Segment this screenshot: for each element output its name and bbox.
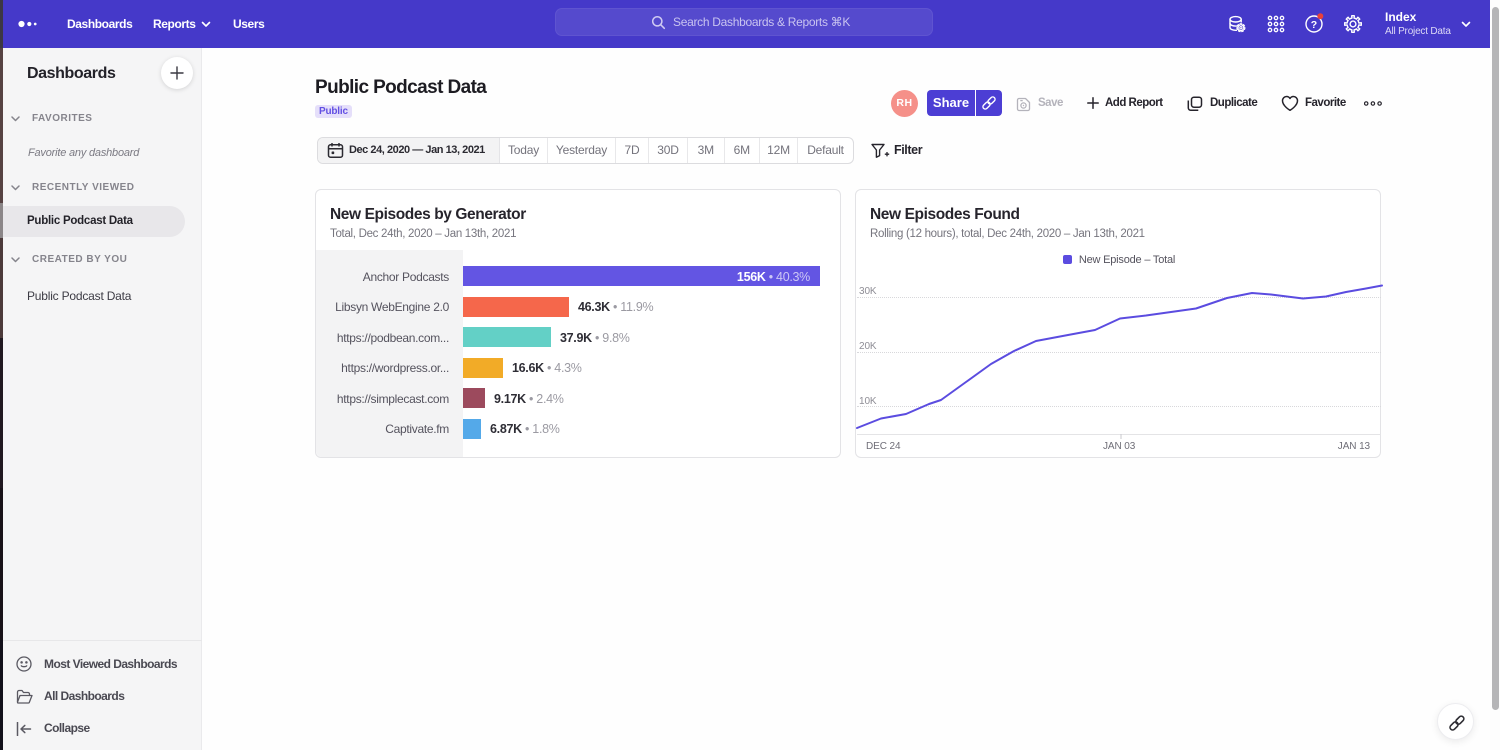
- svg-text:?: ?: [1311, 19, 1317, 31]
